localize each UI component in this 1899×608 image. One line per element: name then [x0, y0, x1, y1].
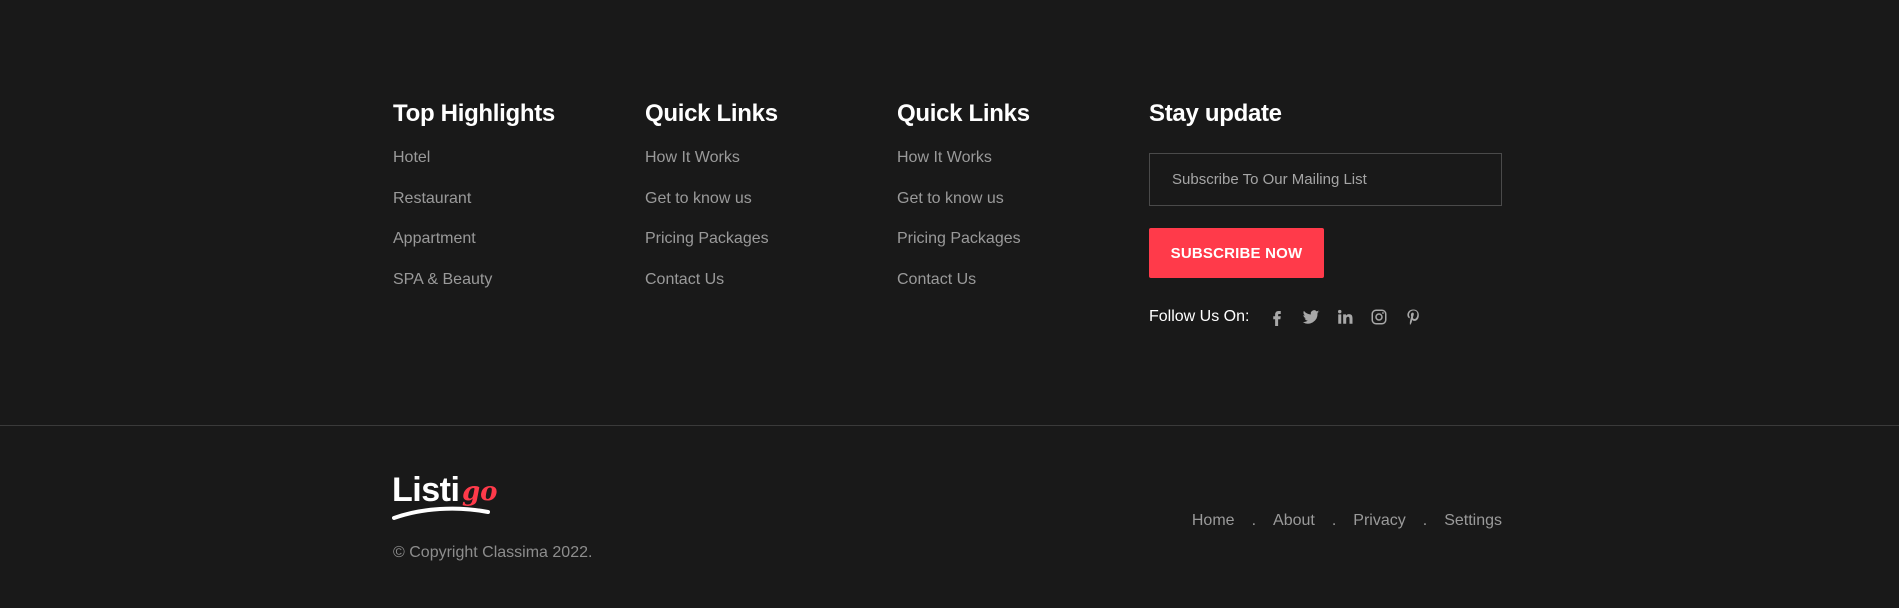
footer-column-quick-links-2: Quick Links How It Works Get to know us …	[897, 97, 1030, 310]
twitter-icon[interactable]	[1302, 308, 1320, 326]
nav-link-home[interactable]: Home	[1192, 512, 1235, 530]
facebook-icon[interactable]	[1268, 308, 1286, 326]
linkedin-icon[interactable]	[1336, 308, 1354, 326]
footer-link-get-to-know-us[interactable]: Get to know us	[645, 189, 778, 209]
link-list: How It Works Get to know us Pricing Pack…	[897, 148, 1030, 290]
mailing-list-email-input[interactable]	[1149, 153, 1502, 206]
footer-link-spa-beauty[interactable]: SPA & Beauty	[393, 270, 555, 290]
nav-separator: .	[1422, 512, 1428, 529]
nav-separator: .	[1251, 512, 1257, 529]
footer-link-get-to-know-us[interactable]: Get to know us	[897, 189, 1030, 209]
footer-link-restaurant[interactable]: Restaurant	[393, 189, 555, 209]
footer-column-quick-links-1: Quick Links How It Works Get to know us …	[645, 97, 778, 310]
footer-link-appartment[interactable]: Appartment	[393, 229, 555, 249]
logo-swoosh-icon: go	[392, 477, 498, 520]
site-footer: Top Highlights Hotel Restaurant Appartme…	[0, 0, 1899, 608]
footer-column-subscribe: Stay update	[1149, 97, 1282, 131]
nav-link-privacy[interactable]: Privacy	[1353, 512, 1405, 530]
footer-link-how-it-works[interactable]: How It Works	[897, 148, 1030, 168]
column-title: Stay update	[1149, 100, 1282, 127]
social-follow: Follow Us On:	[1149, 305, 1438, 329]
listigo-logo[interactable]: Listi go	[392, 470, 502, 522]
footer-link-contact-us[interactable]: Contact Us	[645, 270, 778, 290]
follow-us-label: Follow Us On:	[1149, 308, 1250, 325]
pinterest-icon[interactable]	[1404, 308, 1422, 326]
link-list: How It Works Get to know us Pricing Pack…	[645, 148, 778, 290]
nav-link-about[interactable]: About	[1273, 512, 1315, 530]
column-title: Quick Links	[897, 100, 1030, 127]
nav-separator: .	[1331, 512, 1337, 529]
footer-link-pricing-packages[interactable]: Pricing Packages	[645, 229, 778, 249]
instagram-icon[interactable]	[1370, 308, 1388, 326]
column-title: Top Highlights	[393, 100, 555, 127]
nav-link-settings[interactable]: Settings	[1444, 512, 1502, 530]
logo-accent-text: go	[462, 477, 498, 507]
footer-link-hotel[interactable]: Hotel	[393, 148, 555, 168]
footer-link-how-it-works[interactable]: How It Works	[645, 148, 778, 168]
footer-link-contact-us[interactable]: Contact Us	[897, 270, 1030, 290]
footer-link-pricing-packages[interactable]: Pricing Packages	[897, 229, 1030, 249]
subscribe-now-button[interactable]: SUBSCRIBE NOW	[1149, 228, 1324, 278]
link-list: Hotel Restaurant Appartment SPA & Beauty	[393, 148, 555, 290]
footer-divider	[0, 425, 1899, 426]
copyright-text: © Copyright Classima 2022.	[393, 544, 593, 561]
bottom-nav: Home . About . Privacy . Settings	[1192, 512, 1502, 530]
footer-column-top-highlights: Top Highlights Hotel Restaurant Appartme…	[393, 97, 555, 310]
column-title: Quick Links	[645, 100, 778, 127]
